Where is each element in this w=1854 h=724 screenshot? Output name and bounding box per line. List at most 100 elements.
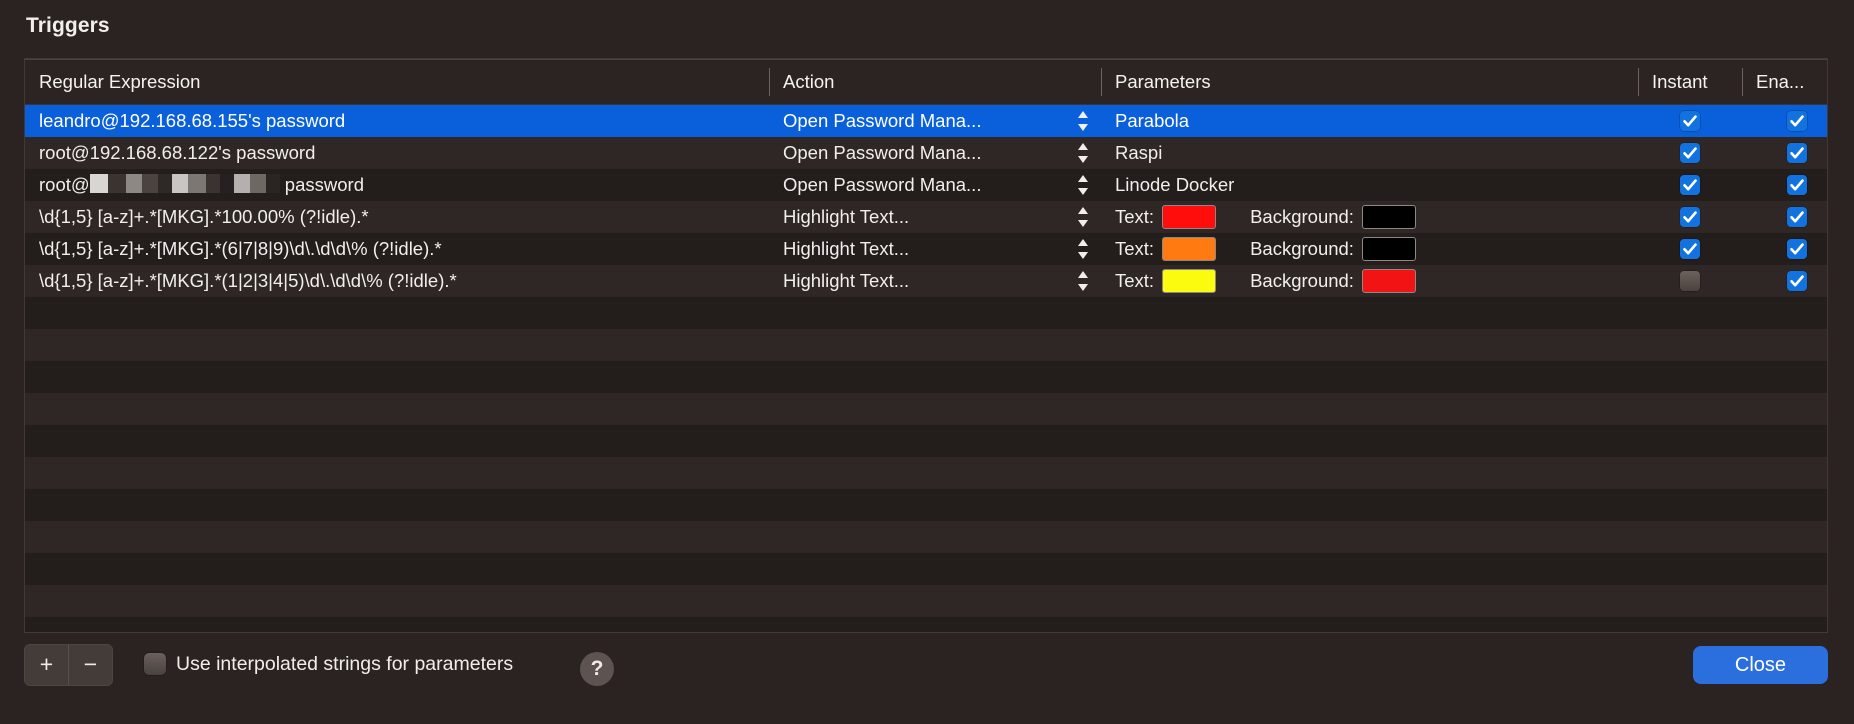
empty-table-row[interactable]	[25, 425, 1827, 457]
cell-action-popup[interactable]: Open Password Mana...	[769, 137, 1101, 169]
color-parameters: Text: Background:	[1115, 233, 1638, 265]
stepper-up-down-icon[interactable]	[1075, 237, 1091, 261]
cell-action-popup[interactable]: Open Password Mana...	[769, 105, 1101, 137]
empty-table-row[interactable]	[25, 553, 1827, 585]
cell-instant[interactable]	[1638, 105, 1742, 137]
cell-instant[interactable]	[1638, 137, 1742, 169]
help-icon[interactable]: ?	[580, 652, 614, 686]
enabled-checkbox[interactable]	[1786, 207, 1807, 227]
column-header-enabled[interactable]: Ena...	[1742, 59, 1827, 104]
cell-instant[interactable]	[1638, 201, 1742, 233]
cell-enabled[interactable]	[1742, 201, 1827, 233]
empty-table-row[interactable]	[25, 585, 1827, 617]
column-header-parameters[interactable]: Parameters	[1101, 59, 1638, 104]
action-label: Open Password Mana...	[783, 142, 982, 163]
cell-enabled[interactable]	[1742, 265, 1827, 297]
cell-parameters[interactable]: Linode Docker	[1101, 169, 1638, 201]
text-color-swatch[interactable]	[1162, 269, 1217, 293]
enabled-checkbox[interactable]	[1786, 175, 1807, 195]
table-row[interactable]: root@192.168.68.122's password Open Passw…	[25, 137, 1827, 169]
instant-checkbox[interactable]	[1680, 239, 1700, 259]
empty-table-row[interactable]	[25, 329, 1827, 361]
background-color-swatch[interactable]	[1361, 237, 1416, 261]
cell-regular-expression[interactable]: root@192.168.68.122's password	[25, 137, 769, 169]
cell-parameters[interactable]: Text: Background:	[1101, 233, 1638, 265]
cell-regular-expression[interactable]: \d{1,5} [a-z]+.*[MKG].*100.00% (?!idle).…	[25, 201, 769, 233]
empty-table-row[interactable]	[25, 297, 1827, 329]
empty-table-row[interactable]	[25, 361, 1827, 393]
table-row[interactable]: \d{1,5} [a-z]+.*[MKG].*100.00% (?!idle).…	[25, 201, 1827, 233]
parameter-value[interactable]: Raspi	[1115, 142, 1162, 163]
table-row[interactable]: root@ password Open Password Mana... Linod…	[25, 169, 1827, 201]
cell-parameters[interactable]: Text: Background:	[1101, 201, 1638, 233]
enabled-checkbox[interactable]	[1786, 239, 1807, 259]
cell-instant[interactable]	[1638, 233, 1742, 265]
action-label: Highlight Text...	[783, 270, 910, 291]
page-title: Triggers	[26, 14, 110, 37]
table-row[interactable]: leandro@192.168.68.155's password Open Pa…	[25, 105, 1827, 137]
use-interpolated-strings-label: Use interpolated strings for parameters	[176, 653, 514, 675]
cell-parameters[interactable]: Raspi	[1101, 137, 1638, 169]
regex-text: root@	[39, 174, 90, 195]
cell-instant[interactable]	[1638, 169, 1742, 201]
table-row[interactable]: \d{1,5} [a-z]+.*[MKG].*(1|2|3|4|5)\d\.\d…	[25, 265, 1827, 297]
cell-action-popup[interactable]: Highlight Text...	[769, 233, 1101, 265]
enabled-checkbox[interactable]	[1786, 111, 1807, 131]
cell-regular-expression[interactable]: \d{1,5} [a-z]+.*[MKG].*(1|2|3|4|5)\d\.\d…	[25, 265, 769, 297]
parameter-value[interactable]: Linode Docker	[1115, 174, 1234, 195]
background-color-swatch[interactable]	[1361, 269, 1416, 293]
stepper-up-down-icon[interactable]	[1075, 173, 1091, 197]
background-color-swatch[interactable]	[1361, 205, 1416, 229]
add-trigger-button[interactable]: +	[25, 645, 68, 683]
table-body: leandro@192.168.68.155's password Open Pa…	[25, 105, 1827, 632]
empty-table-row[interactable]	[25, 521, 1827, 553]
enabled-checkbox[interactable]	[1786, 143, 1807, 163]
cell-enabled[interactable]	[1742, 233, 1827, 265]
cell-action-popup[interactable]: Highlight Text...	[769, 201, 1101, 233]
stepper-up-down-icon[interactable]	[1075, 205, 1091, 229]
enabled-checkbox[interactable]	[1786, 271, 1807, 291]
add-remove-segmented-control: + −	[24, 644, 113, 686]
cell-action-popup[interactable]: Open Password Mana...	[769, 169, 1101, 201]
text-color-label: Text:	[1115, 206, 1155, 227]
instant-checkbox[interactable]	[1680, 271, 1700, 291]
empty-table-row[interactable]	[25, 489, 1827, 521]
background-color-label: Background:	[1250, 238, 1354, 259]
text-color-label: Text:	[1115, 238, 1155, 259]
action-label: Highlight Text...	[783, 206, 910, 227]
cell-parameters[interactable]: Text: Background:	[1101, 265, 1638, 297]
close-button[interactable]: Close	[1693, 646, 1828, 684]
instant-checkbox[interactable]	[1680, 207, 1700, 227]
cell-enabled[interactable]	[1742, 105, 1827, 137]
empty-table-row[interactable]	[25, 393, 1827, 425]
instant-checkbox[interactable]	[1680, 143, 1700, 163]
redacted-ip-mosaic	[89, 174, 280, 193]
cell-regular-expression[interactable]: root@ password	[25, 169, 769, 201]
instant-checkbox[interactable]	[1680, 111, 1700, 131]
color-parameters: Text: Background:	[1115, 265, 1638, 297]
stepper-up-down-icon[interactable]	[1075, 109, 1091, 133]
column-header-action[interactable]: Action	[769, 59, 1101, 104]
instant-checkbox[interactable]	[1680, 175, 1700, 195]
text-color-swatch[interactable]	[1162, 237, 1217, 261]
cell-regular-expression[interactable]: \d{1,5} [a-z]+.*[MKG].*(6|7|8|9)\d\.\d\d…	[25, 233, 769, 265]
remove-trigger-button[interactable]: −	[69, 645, 112, 683]
color-parameters: Text: Background:	[1115, 201, 1638, 233]
cell-action-popup[interactable]: Highlight Text...	[769, 265, 1101, 297]
action-label: Highlight Text...	[783, 238, 910, 259]
column-header-instant[interactable]: Instant	[1638, 59, 1742, 104]
use-interpolated-strings-checkbox[interactable]	[144, 653, 166, 675]
empty-table-row[interactable]	[25, 457, 1827, 489]
text-color-swatch[interactable]	[1162, 205, 1217, 229]
cell-parameters[interactable]: Parabola	[1101, 105, 1638, 137]
column-header-regular-expression[interactable]: Regular Expression	[25, 59, 769, 104]
parameter-value[interactable]: Parabola	[1115, 110, 1189, 131]
cell-enabled[interactable]	[1742, 137, 1827, 169]
cell-instant[interactable]	[1638, 265, 1742, 297]
background-color-label: Background:	[1250, 270, 1354, 291]
stepper-up-down-icon[interactable]	[1075, 269, 1091, 293]
cell-enabled[interactable]	[1742, 169, 1827, 201]
cell-regular-expression[interactable]: leandro@192.168.68.155's password	[25, 105, 769, 137]
stepper-up-down-icon[interactable]	[1075, 141, 1091, 165]
table-row[interactable]: \d{1,5} [a-z]+.*[MKG].*(6|7|8|9)\d\.\d\d…	[25, 233, 1827, 265]
